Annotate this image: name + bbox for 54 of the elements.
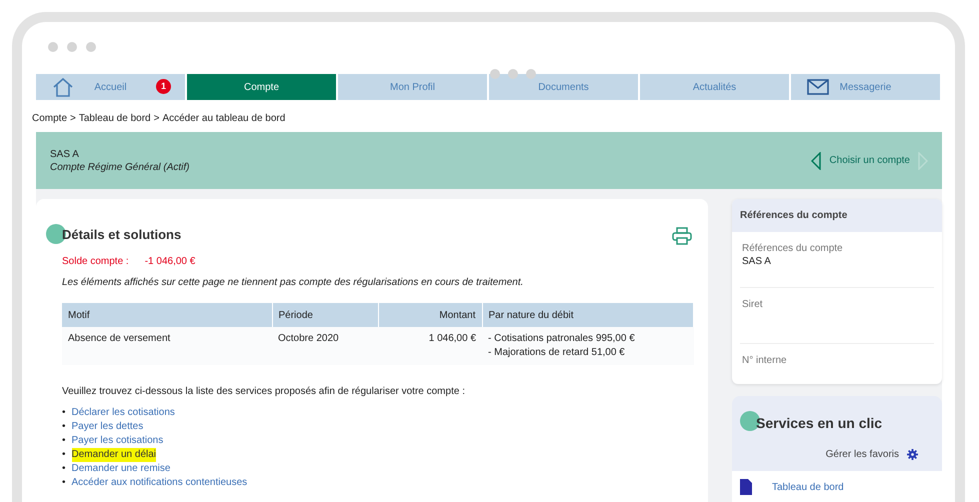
field-label: N° interne [742,354,788,367]
table-cell: Octobre 2020 [272,327,378,365]
column-header: Période [272,303,378,327]
bullet: • [62,420,66,434]
table-cell: Absence de versement [62,327,272,365]
choose-account-link[interactable]: Choisir un compte [829,154,910,167]
manage-favorites-link[interactable]: Gérer les favoris [826,448,899,462]
camera-dot [526,69,536,79]
field-value: SAS A [742,255,772,268]
breadcrumb-separator: > [154,112,160,125]
table-cell: 1 046,00 € [378,327,482,365]
breadcrumb-item: Accéder au tableau de bord [162,112,286,125]
field-label: Siret [742,298,764,311]
table-cell-line: - Cotisations patronales 995,00 € [488,332,636,346]
window-dot [48,42,58,52]
bullet: • [62,434,66,448]
balance-label: Solde compte : [62,255,129,268]
service-link[interactable]: Payer les dettes [72,420,144,434]
settings-icon[interactable] [907,449,918,460]
breadcrumb-separator: > [70,112,76,125]
service-link[interactable]: Demander un délai [72,448,156,462]
service-link[interactable]: Demander une remise [72,462,170,476]
bullet: • [62,406,66,420]
account-type: Compte Régime Général (Actif) [50,160,190,174]
bullet: • [62,448,66,462]
previous-icon[interactable] [811,152,822,170]
note-text: Les éléments affichés sur cette page ne tiennent pas compte des régularisations en cours de traitement. [62,276,524,289]
bullet: • [62,476,66,490]
intro-text: Veuillez trouvez ci-dessous la liste des services proposés afin de régulariser votre compte : [62,385,466,398]
window-dot [67,42,77,52]
service-link[interactable]: Accéder aux notifications contentieuses [72,476,248,490]
camera-dot [490,69,500,79]
bullet: • [62,462,66,476]
card-header: Références du compte [732,199,942,232]
account-name: SAS A [50,148,80,160]
service-link[interactable]: Déclarer les cotisations [72,406,175,420]
camera-dot [508,69,518,79]
column-header: Motif [62,303,272,327]
nav-tab[interactable]: Compte [187,74,338,100]
document-icon [740,479,752,496]
mail-icon [807,79,829,95]
favorite-item[interactable]: Tableau de bord [732,471,942,502]
table-cell-line: - Majorations de retard 51,00 € [488,346,626,360]
window-dot [86,42,96,52]
print-icon[interactable] [672,227,692,245]
service-link[interactable]: Payer les cotisations [72,434,164,448]
home-icon [52,77,74,97]
field-label: Références du compte [742,242,844,255]
breadcrumb-item[interactable]: Compte [32,112,68,125]
balance-value: -1 046,00 € [144,255,196,268]
column-header: Par nature du débit [482,303,694,327]
breadcrumb-item[interactable]: Tableau de bord [78,112,151,125]
notification-badge: 1 [156,79,171,94]
column-header: Montant [378,303,482,327]
